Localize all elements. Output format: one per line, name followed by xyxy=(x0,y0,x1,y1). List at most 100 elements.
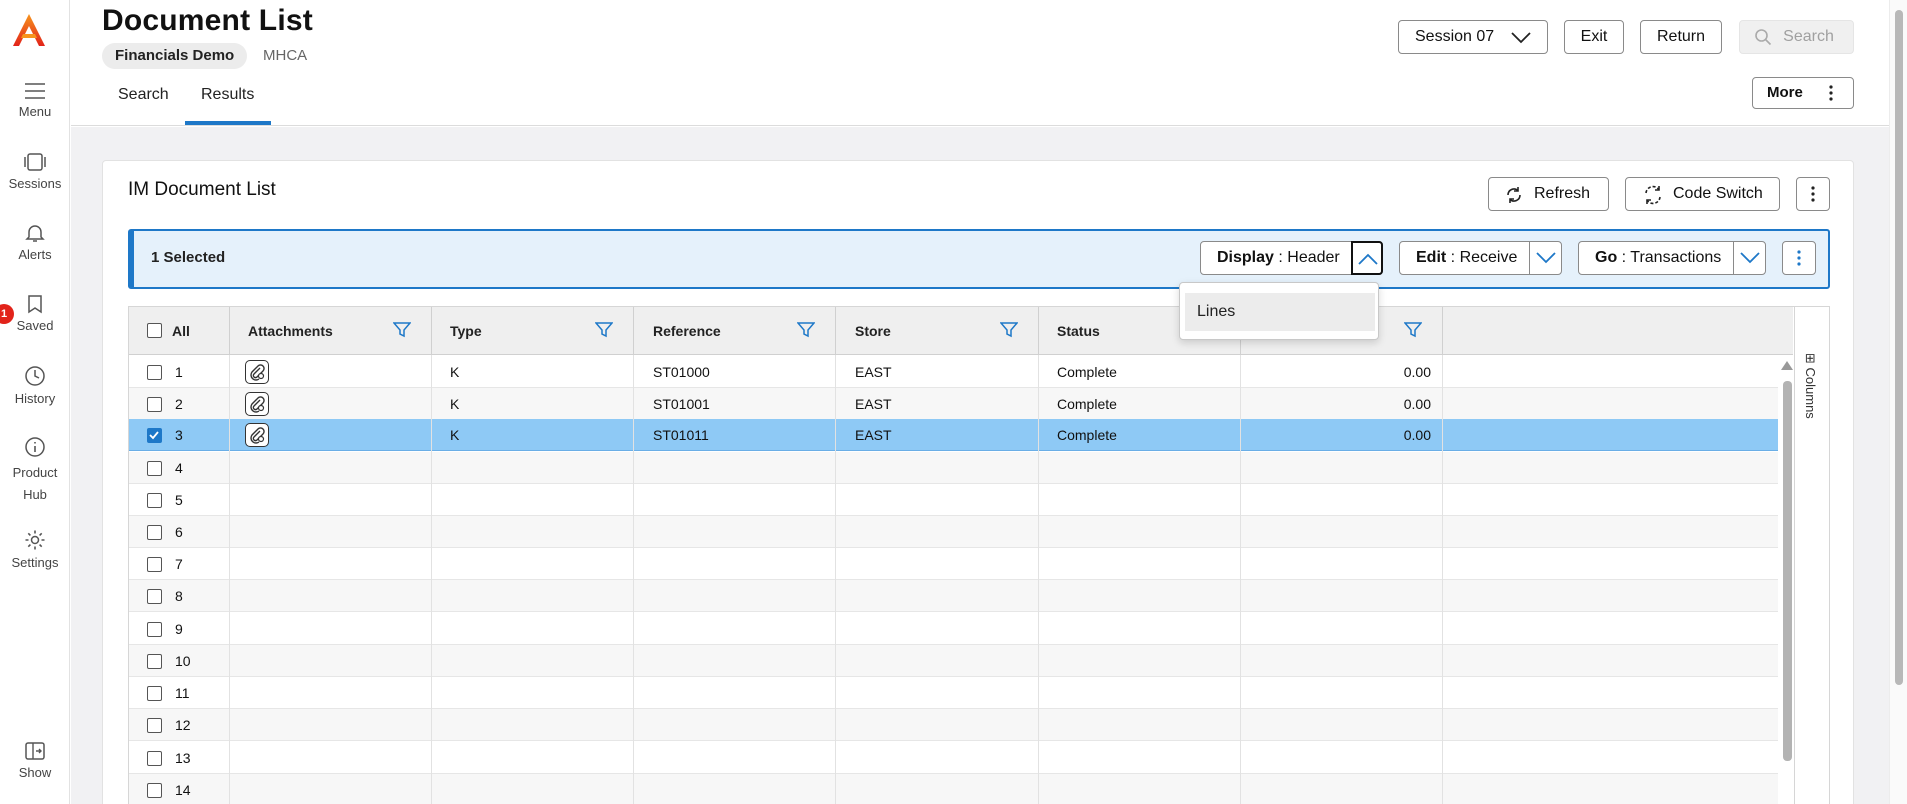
rail-sessions[interactable]: Sessions xyxy=(0,152,70,192)
filter-icon[interactable] xyxy=(1404,322,1422,338)
rail-settings[interactable]: Settings xyxy=(0,529,70,571)
row-checkbox[interactable] xyxy=(147,718,162,733)
table-row[interactable]: 8 xyxy=(129,580,1778,612)
row-checkbox[interactable] xyxy=(147,589,162,604)
refresh-button[interactable]: Refresh xyxy=(1488,177,1609,211)
exit-button[interactable]: Exit xyxy=(1564,20,1624,54)
edit-split-button[interactable]: Edit : Receive xyxy=(1399,241,1562,275)
filter-icon[interactable] xyxy=(1000,322,1018,338)
go-prefix: Go xyxy=(1595,249,1618,266)
chevron-down-icon xyxy=(1511,32,1531,44)
tab-search[interactable]: Search xyxy=(118,86,169,104)
grid-scrollbar[interactable] xyxy=(1780,355,1794,804)
table-row[interactable]: 13 xyxy=(129,742,1778,774)
column-separator xyxy=(633,307,634,355)
rail-menu[interactable]: Menu xyxy=(0,82,70,120)
rail-history[interactable]: History xyxy=(0,365,70,407)
rail-product-hub[interactable]: Product Hub xyxy=(0,436,70,506)
edit-dropdown-toggle[interactable] xyxy=(1529,242,1561,274)
page-title: Document List xyxy=(102,4,313,37)
column-header-type[interactable]: Type xyxy=(450,307,482,355)
row-checkbox[interactable] xyxy=(147,622,162,637)
kebab-icon xyxy=(1797,250,1801,266)
select-all-checkbox[interactable] xyxy=(147,323,162,338)
dropdown-item-lines[interactable]: Lines xyxy=(1185,293,1375,331)
columns-toggle[interactable]: ⊞ Columns xyxy=(1794,307,1829,804)
brand-logo-icon[interactable] xyxy=(11,12,47,48)
table-row[interactable]: 3 K ST01011 EAST Complete 0.00 xyxy=(129,419,1778,451)
table-row[interactable]: 11 xyxy=(129,677,1778,709)
table-row[interactable]: 5 xyxy=(129,484,1778,516)
table-row[interactable]: 12 xyxy=(129,709,1778,741)
tab-results[interactable]: Results xyxy=(201,86,254,104)
column-divider xyxy=(835,355,836,804)
rail-show[interactable]: Show xyxy=(0,741,70,781)
filter-icon[interactable] xyxy=(595,322,613,338)
page-scroll-thumb[interactable] xyxy=(1895,10,1903,685)
attachment-button[interactable] xyxy=(245,423,269,447)
row-checkbox[interactable] xyxy=(147,365,162,380)
edit-prefix: Edit xyxy=(1416,249,1447,266)
row-checkbox[interactable] xyxy=(147,493,162,508)
table-row[interactable]: 9 xyxy=(129,613,1778,645)
display-prefix: Display xyxy=(1217,249,1274,266)
column-header-reference[interactable]: Reference xyxy=(653,307,721,355)
rail-show-label: Show xyxy=(18,765,52,780)
page-scrollbar[interactable] xyxy=(1889,0,1907,804)
filter-icon[interactable] xyxy=(797,322,815,338)
table-row[interactable]: 4 xyxy=(129,452,1778,484)
display-split-label[interactable]: Display : Header xyxy=(1201,242,1340,274)
attachment-button[interactable] xyxy=(245,360,269,384)
selected-count: 1 Selected xyxy=(151,249,226,266)
rail-saved[interactable]: Saved 1 xyxy=(0,294,70,334)
display-dropdown-toggle[interactable] xyxy=(1351,241,1383,275)
display-split-button[interactable]: Display : Header xyxy=(1200,241,1383,275)
scroll-up-arrow-icon[interactable] xyxy=(1781,361,1793,370)
rail-alerts[interactable]: Alerts xyxy=(0,223,70,263)
column-divider xyxy=(229,355,230,804)
info-icon xyxy=(25,437,45,457)
table-row[interactable]: 2 K ST01001 EAST Complete 0.00 xyxy=(129,388,1778,420)
column-header-store[interactable]: Store xyxy=(855,307,891,355)
table-row[interactable]: 14 xyxy=(129,774,1778,804)
search-button[interactable]: Search xyxy=(1739,20,1854,54)
selection-menu-button[interactable] xyxy=(1782,241,1816,275)
column-separator xyxy=(431,307,432,355)
table-row[interactable]: 6 xyxy=(129,516,1778,548)
edit-separator: : xyxy=(1446,249,1460,266)
row-checkbox[interactable] xyxy=(147,557,162,572)
column-header-status[interactable]: Status xyxy=(1057,307,1100,355)
edit-split-label[interactable]: Edit : Receive xyxy=(1400,242,1517,274)
go-split-button[interactable]: Go : Transactions xyxy=(1578,241,1766,275)
column-header-attachments[interactable]: Attachments xyxy=(248,307,333,355)
session-select[interactable]: Session 07 xyxy=(1398,20,1548,54)
filter-icon[interactable] xyxy=(393,322,411,338)
row-checkbox[interactable] xyxy=(147,686,162,701)
clock-icon xyxy=(25,366,45,386)
attachment-button[interactable] xyxy=(245,392,269,416)
table-row[interactable]: 10 xyxy=(129,645,1778,677)
panel-menu-button[interactable] xyxy=(1796,177,1830,211)
refresh-icon xyxy=(1507,187,1521,203)
cell-amount xyxy=(1240,774,1431,804)
grid-scroll-thumb[interactable] xyxy=(1783,381,1792,761)
row-checkbox[interactable] xyxy=(147,525,162,540)
row-checkbox[interactable] xyxy=(147,397,162,412)
row-checkbox[interactable] xyxy=(147,461,162,476)
code-switch-button[interactable]: Code Switch xyxy=(1625,177,1780,211)
return-button[interactable]: Return xyxy=(1640,20,1722,54)
go-split-label[interactable]: Go : Transactions xyxy=(1579,242,1721,274)
row-checkbox[interactable] xyxy=(147,751,162,766)
rail-menu-label: Menu xyxy=(18,104,52,119)
table-row[interactable]: 7 xyxy=(129,548,1778,580)
cell-amount: 0.00 xyxy=(1403,427,1431,443)
row-number: 13 xyxy=(175,750,191,766)
row-checkbox[interactable] xyxy=(147,783,162,798)
go-dropdown-toggle[interactable] xyxy=(1733,242,1765,274)
table-row[interactable]: 1 K ST01000 EAST Complete 0.00 xyxy=(129,356,1778,388)
more-button[interactable]: More xyxy=(1752,77,1854,109)
row-checkbox[interactable] xyxy=(147,428,162,443)
cell-status: Complete xyxy=(1057,427,1117,443)
row-checkbox[interactable] xyxy=(147,654,162,669)
display-value: Header xyxy=(1287,249,1340,266)
